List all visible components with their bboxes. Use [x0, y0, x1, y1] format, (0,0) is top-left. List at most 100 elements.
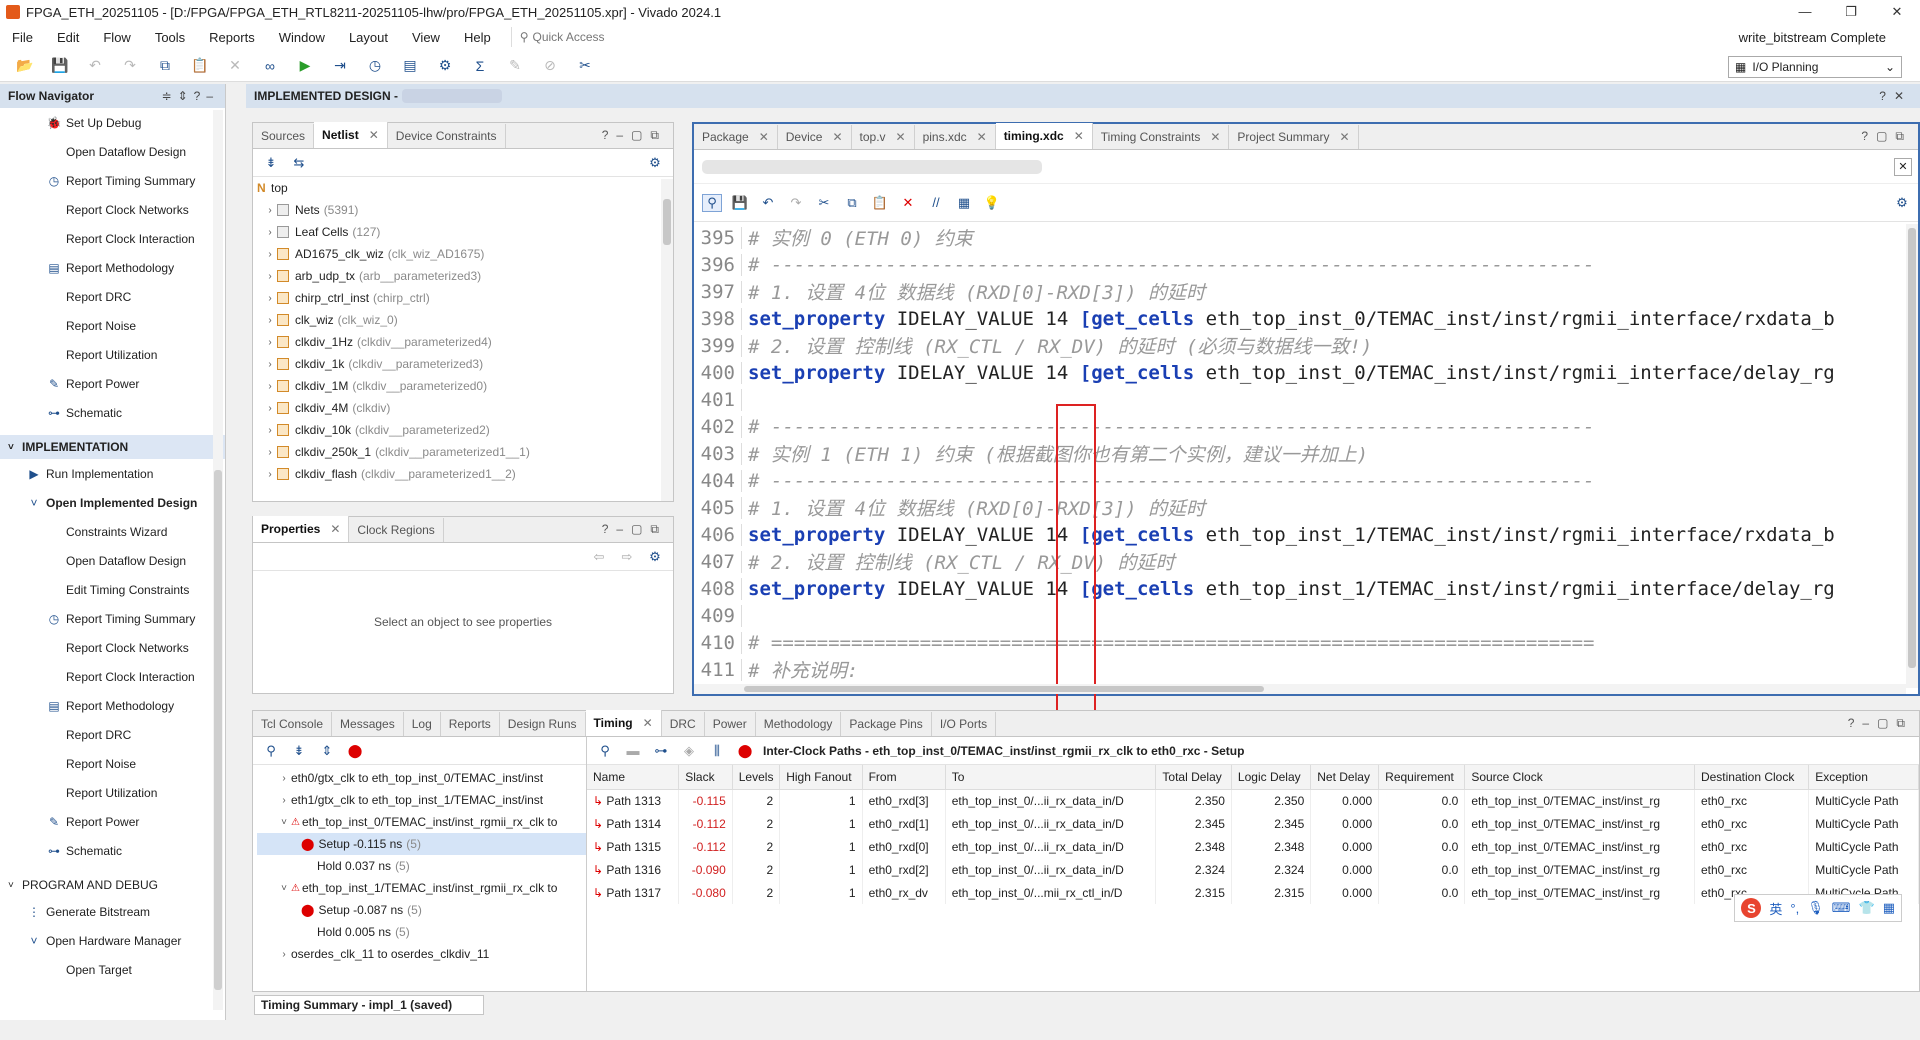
timing-tree-row[interactable]: ⬤ Setup -0.087 ns (5): [257, 899, 586, 921]
editor-vscrollbar[interactable]: [1906, 224, 1918, 688]
chevron-right-icon[interactable]: ›: [277, 795, 291, 806]
microphone-icon[interactable]: 🎙: [1807, 900, 1824, 916]
netlist-row[interactable]: › clkdiv_1M (clkdiv__parameterized0): [257, 375, 673, 397]
flow-navigator-scrollbar[interactable]: [213, 110, 223, 1010]
close-icon[interactable]: ✕: [977, 130, 987, 144]
flow-nav-item[interactable]: ˅ Open Hardware Manager: [0, 926, 225, 955]
chevron-right-icon[interactable]: ›: [263, 337, 277, 348]
gear-icon[interactable]: ⚙: [1892, 195, 1912, 211]
menu-flow[interactable]: Flow: [91, 30, 142, 45]
timing-summary-tab[interactable]: Timing Summary - impl_1 (saved): [254, 995, 484, 1015]
chevron-down-icon[interactable]: ˅: [277, 883, 291, 894]
keyboard-icon[interactable]: ⌨: [1832, 900, 1851, 916]
paste-icon[interactable]: 📋: [189, 55, 211, 77]
tab-package-pins[interactable]: Package Pins: [841, 712, 932, 736]
error-icon[interactable]: ⬤: [735, 743, 755, 759]
timer-icon[interactable]: ◷: [364, 55, 386, 77]
chevron-right-icon[interactable]: ›: [263, 315, 277, 326]
menu-tools[interactable]: Tools: [143, 30, 197, 45]
tab-device[interactable]: Device ✕: [778, 125, 852, 149]
close-icon[interactable]: ✕: [1074, 129, 1084, 143]
search-icon[interactable]: ⚲: [261, 743, 281, 759]
timing-tree-row[interactable]: Hold 0.037 ns (5): [257, 855, 586, 877]
cut-icon[interactable]: ✂: [814, 195, 834, 211]
column-header[interactable]: Exception: [1808, 765, 1919, 790]
column-header[interactable]: High Fanout: [779, 765, 863, 790]
column-header[interactable]: Destination Clock: [1694, 765, 1810, 790]
chevron-right-icon[interactable]: ›: [277, 773, 291, 784]
menu-view[interactable]: View: [400, 30, 452, 45]
chevron-right-icon[interactable]: ›: [263, 381, 277, 392]
netlist-row[interactable]: › clkdiv_1k (clkdiv__parameterized3): [257, 353, 673, 375]
flow-nav-item[interactable]: Report Clock Networks: [0, 195, 225, 224]
tab-i-o-ports[interactable]: I/O Ports: [932, 712, 997, 736]
tab-project-summary[interactable]: Project Summary ✕: [1229, 125, 1359, 149]
netlist-row[interactable]: › arb_udp_tx (arb__parameterized3): [257, 265, 673, 287]
flow-nav-item[interactable]: ✎ Report Power: [0, 369, 225, 398]
netlist-row[interactable]: › clkdiv_1Hz (clkdiv__parameterized4): [257, 331, 673, 353]
flow-nav-item[interactable]: Report Noise: [0, 311, 225, 340]
table-row[interactable]: ↳ Path 1313 -0.115 2 1 eth0_rxd[3] eth_top_in…: [587, 789, 1919, 812]
column-header[interactable]: Net Delay: [1310, 765, 1380, 790]
disable-icon[interactable]: ⊘: [539, 55, 561, 77]
flow-nav-item[interactable]: Report Utilization: [0, 340, 225, 369]
schematic-icon[interactable]: ⊶: [651, 743, 671, 759]
chevron-right-icon[interactable]: ›: [263, 227, 277, 238]
column-header[interactable]: From: [862, 765, 946, 790]
maximize-button[interactable]: ❐: [1828, 4, 1874, 20]
table-row[interactable]: ↳ Path 1314 -0.112 2 1 eth0_rxd[1] eth_top_in…: [587, 812, 1919, 835]
debug-icon[interactable]: ∞: [259, 55, 281, 77]
netlist-row[interactable]: › Leaf Cells (127): [257, 221, 673, 243]
close-icon[interactable]: ✕: [896, 130, 906, 144]
expand-icon[interactable]: ⇆: [289, 155, 309, 171]
flow-nav-item[interactable]: Edit Timing Constraints: [0, 575, 225, 604]
tab-methodology[interactable]: Methodology: [756, 712, 842, 736]
wrench-icon[interactable]: ✎: [504, 55, 526, 77]
chevron-right-icon[interactable]: ›: [277, 949, 291, 960]
tab-pins-xdc[interactable]: pins.xdc ✕: [915, 125, 996, 149]
chevron-right-icon[interactable]: ›: [263, 403, 277, 414]
tab-design-runs[interactable]: Design Runs: [500, 712, 586, 736]
tab-power[interactable]: Power: [705, 712, 756, 736]
input-method-toolbar[interactable]: S 英 °, 🎙 ⌨ 👕 ▦: [1734, 894, 1902, 922]
tab-package[interactable]: Package ✕: [694, 125, 778, 149]
close-icon[interactable]: ✕: [1210, 130, 1220, 144]
tree-root[interactable]: N top: [257, 177, 673, 199]
chevron-right-icon[interactable]: ›: [263, 271, 277, 282]
flow-nav-item[interactable]: Report Utilization: [0, 778, 225, 807]
panel-window-controls-icon[interactable]: ?▢⧉: [1861, 129, 1912, 144]
timing-tree-row[interactable]: ⬤ Setup -0.115 ns (5): [257, 833, 586, 855]
panel-window-controls-icon[interactable]: ?–▢⧉: [602, 522, 667, 537]
code-area[interactable]: 395 # 实例 0 (ETH 0) 约束 396 # ---------------…: [694, 224, 1904, 688]
chevron-right-icon[interactable]: ›: [263, 205, 277, 216]
punctuation-icon[interactable]: °,: [1790, 901, 1799, 916]
search-icon[interactable]: ⚲: [595, 743, 615, 759]
netlist-row[interactable]: › clkdiv_flash (clkdiv__parameterized1__2): [257, 463, 673, 485]
close-icon[interactable]: ✕: [369, 128, 379, 142]
sigma-icon[interactable]: Σ: [469, 55, 491, 77]
flow-nav-item[interactable]: Open Target: [0, 955, 225, 984]
flow-nav-item[interactable]: ⋮ Generate Bitstream: [0, 897, 225, 926]
diamond-icon[interactable]: ◈: [679, 743, 699, 759]
forward-arrow-icon[interactable]: ⇨: [617, 549, 637, 565]
netlist-row[interactable]: › chirp_ctrl_inst (chirp_ctrl): [257, 287, 673, 309]
step-icon[interactable]: ⇥: [329, 55, 351, 77]
tab-drc[interactable]: DRC: [662, 712, 705, 736]
delete-icon[interactable]: ✕: [898, 195, 918, 211]
minus-icon[interactable]: ▬: [623, 743, 643, 758]
table-row[interactable]: ↳ Path 1316 -0.090 2 1 eth0_rxd[2] eth_top_in…: [587, 858, 1919, 881]
comment-icon[interactable]: //: [926, 195, 946, 210]
redo-icon[interactable]: ↷: [786, 195, 806, 211]
flow-nav-item[interactable]: ▤ Report Methodology: [0, 691, 225, 720]
flow-nav-section[interactable]: ˅ PROGRAM AND DEBUG: [0, 873, 225, 897]
delete-icon[interactable]: ✕: [224, 55, 246, 77]
gear-icon[interactable]: ⚙: [645, 549, 665, 565]
column-header[interactable]: Name: [587, 765, 680, 790]
tab-top-v[interactable]: top.v ✕: [852, 125, 915, 149]
flow-nav-item[interactable]: ▤ Report Methodology: [0, 253, 225, 282]
undo-icon[interactable]: ↶: [84, 55, 106, 77]
timing-tree-row[interactable]: ˅ ⚠ eth_top_inst_1/TEMAC_inst/inst_rgmii_r…: [257, 877, 586, 899]
flow-nav-item[interactable]: Report Clock Interaction: [0, 224, 225, 253]
menu-layout[interactable]: Layout: [337, 30, 400, 45]
column-header[interactable]: Levels: [732, 765, 781, 790]
